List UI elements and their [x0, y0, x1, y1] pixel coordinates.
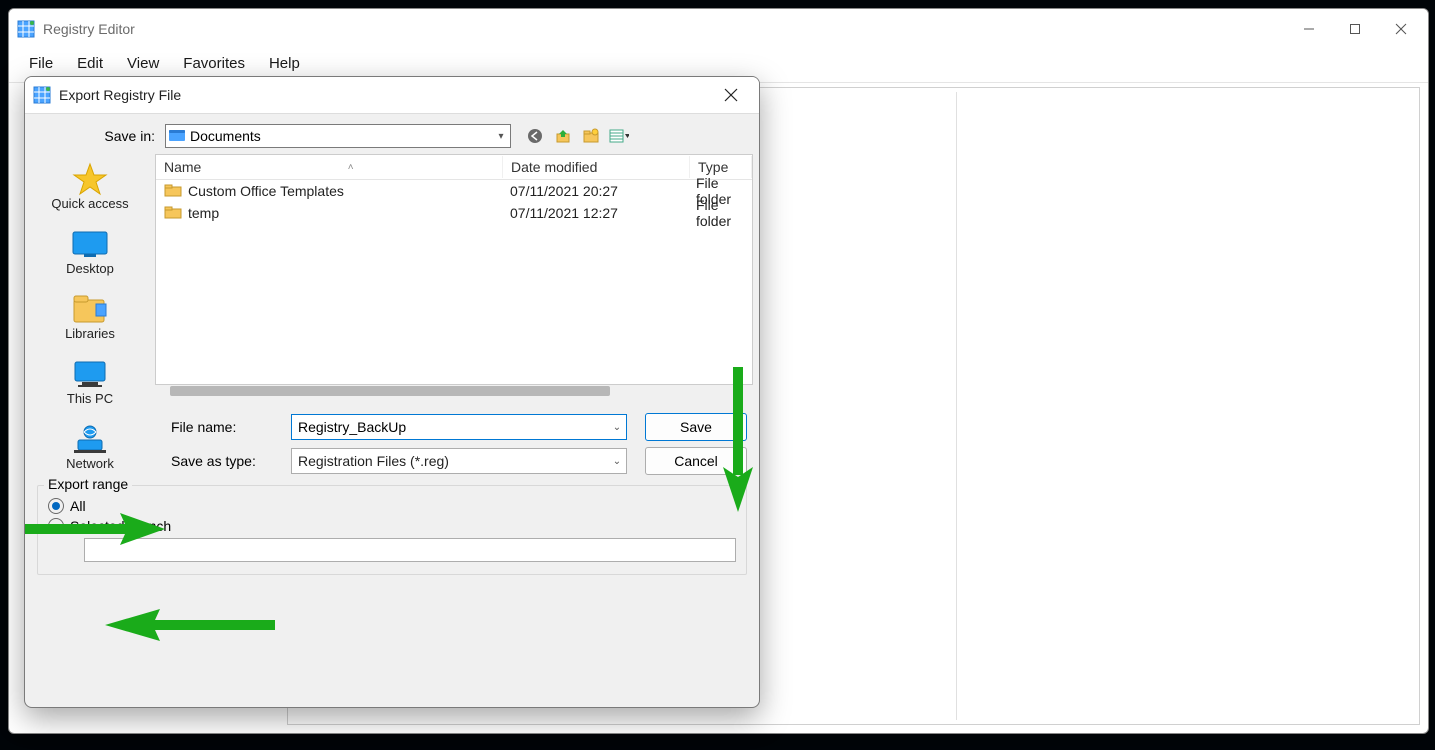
chevron-down-icon[interactable]: ▾ — [494, 131, 508, 142]
file-date: 07/11/2021 20:27 — [502, 181, 688, 201]
menu-help[interactable]: Help — [257, 51, 312, 76]
column-date[interactable]: Date modified — [503, 156, 690, 178]
save-in-label: Save in: — [35, 128, 165, 144]
selected-branch-input[interactable] — [84, 538, 736, 562]
save-in-combo[interactable]: Documents ▾ — [165, 124, 511, 148]
place-this-pc[interactable]: This PC — [35, 353, 145, 410]
filename-input[interactable]: ⌄ — [291, 414, 627, 440]
places-bar: Quick access Desktop Libraries This PC N… — [25, 154, 155, 475]
place-network[interactable]: Network — [35, 418, 145, 475]
annotation-arrow-all — [105, 605, 275, 645]
folder-icon — [164, 205, 182, 222]
place-label: Libraries — [65, 326, 115, 341]
place-label: Network — [66, 456, 114, 471]
radio-all[interactable] — [48, 498, 64, 514]
radio-selected-row[interactable]: Selected branch — [48, 518, 736, 534]
maximize-button[interactable] — [1332, 13, 1378, 45]
filename-label: File name: — [163, 419, 291, 435]
radio-all-row[interactable]: All — [48, 498, 736, 514]
dialog-titlebar[interactable]: Export Registry File — [25, 77, 759, 114]
place-quick-access[interactable]: Quick access — [35, 158, 145, 215]
dialog-close-button[interactable] — [711, 81, 751, 109]
file-type: File folder — [688, 195, 752, 231]
export-dialog: Export Registry File Save in: Documents … — [24, 76, 760, 708]
file-date: 07/11/2021 12:27 — [502, 203, 688, 223]
dialog-title: Export Registry File — [59, 87, 181, 103]
file-row[interactable]: Custom Office Templates 07/11/2021 20:27… — [156, 180, 752, 202]
dialog-app-icon — [33, 86, 51, 104]
view-menu-icon[interactable] — [609, 126, 629, 146]
save-in-value: Documents — [186, 128, 494, 144]
menu-edit[interactable]: Edit — [65, 51, 115, 76]
window-controls — [1286, 13, 1424, 45]
up-one-level-icon[interactable] — [553, 126, 573, 146]
menu-favorites[interactable]: Favorites — [171, 51, 257, 76]
network-icon — [70, 422, 110, 456]
dialog-toolbar — [525, 126, 629, 146]
folder-icon — [164, 183, 182, 200]
menu-view[interactable]: View — [115, 51, 171, 76]
file-name: temp — [188, 205, 219, 221]
saveas-label: Save as type: — [163, 453, 291, 469]
minimize-button[interactable] — [1286, 13, 1332, 45]
main-title: Registry Editor — [43, 21, 135, 37]
radio-selected-label: Selected branch — [70, 518, 171, 534]
filename-field[interactable] — [294, 419, 610, 435]
cancel-button[interactable]: Cancel — [645, 447, 747, 475]
export-range-label: Export range — [44, 476, 132, 492]
main-titlebar[interactable]: Registry Editor — [9, 9, 1428, 49]
desktop-icon — [70, 227, 110, 261]
saveas-value: Registration Files (*.reg) — [294, 453, 610, 469]
column-name[interactable]: Name˄ — [156, 156, 503, 178]
documents-icon — [168, 128, 186, 145]
thispc-icon — [70, 357, 110, 391]
star-icon — [70, 162, 110, 196]
export-range-group: Export range All Selected branch — [37, 485, 747, 575]
place-libraries[interactable]: Libraries — [35, 288, 145, 345]
close-button[interactable] — [1378, 13, 1424, 45]
place-label: This PC — [67, 391, 113, 406]
save-button[interactable]: Save — [645, 413, 747, 441]
file-name: Custom Office Templates — [188, 183, 344, 199]
radio-all-label: All — [70, 498, 86, 514]
file-list[interactable]: Name˄ Date modified Type Custom Office T… — [155, 154, 753, 385]
place-label: Quick access — [51, 196, 128, 211]
saveas-combo[interactable]: Registration Files (*.reg) ⌄ — [291, 448, 627, 474]
radio-selected-branch[interactable] — [48, 518, 64, 534]
new-folder-icon[interactable] — [581, 126, 601, 146]
menu-file[interactable]: File — [17, 51, 65, 76]
place-desktop[interactable]: Desktop — [35, 223, 145, 280]
libraries-icon — [70, 292, 110, 326]
file-row[interactable]: temp 07/11/2021 12:27 File folder — [156, 202, 752, 224]
place-label: Desktop — [66, 261, 114, 276]
back-icon[interactable] — [525, 126, 545, 146]
chevron-down-icon[interactable]: ⌄ — [610, 456, 624, 467]
chevron-down-icon[interactable]: ⌄ — [610, 422, 624, 433]
app-icon — [17, 20, 35, 38]
horizontal-scrollbar[interactable] — [170, 386, 610, 396]
file-list-header[interactable]: Name˄ Date modified Type — [156, 155, 752, 180]
